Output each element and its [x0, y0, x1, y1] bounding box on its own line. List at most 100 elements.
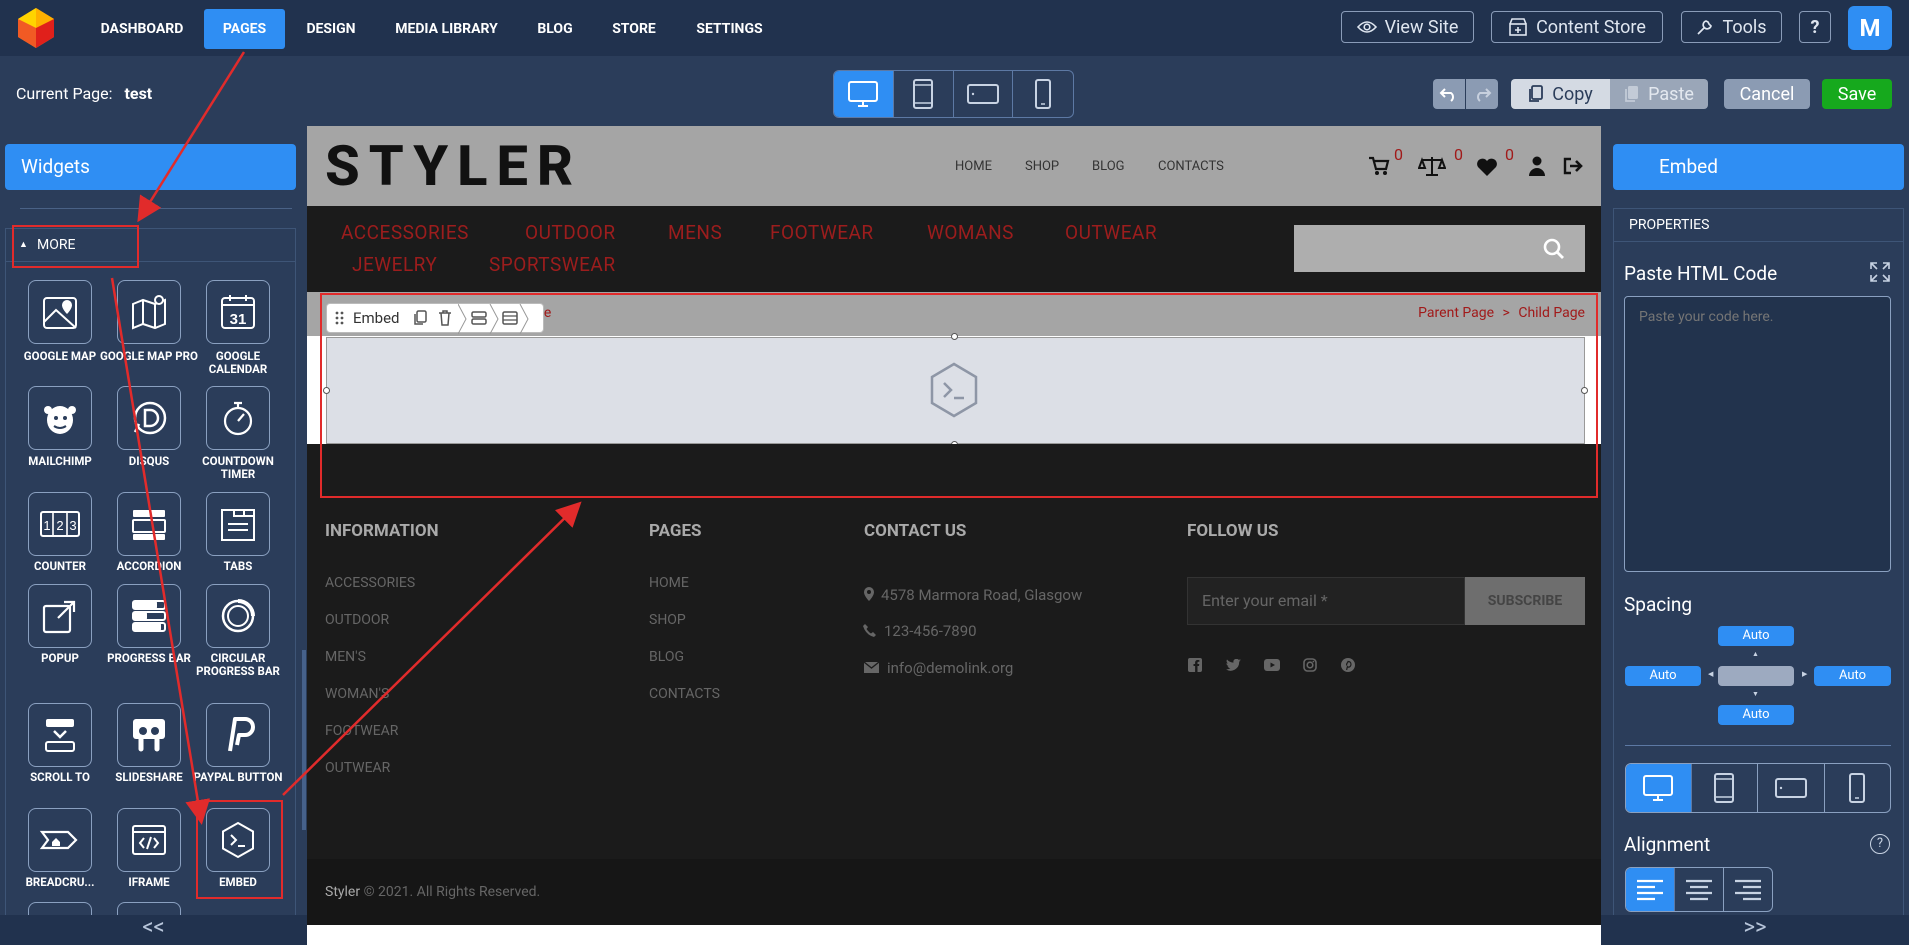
paste-html-label: Paste HTML Code [1624, 262, 1778, 285]
nav-media-library[interactable]: MEDIA LIBRARY [383, 9, 510, 49]
counter-icon[interactable]: 123 [28, 492, 92, 556]
slideshare-icon[interactable] [117, 703, 181, 767]
footer-link[interactable]: CONTACTS [649, 686, 720, 702]
margin-bottom-input[interactable]: Auto [1718, 705, 1794, 725]
footer-link[interactable]: WOMAN'S [325, 686, 389, 702]
cart-icon[interactable] [1368, 156, 1390, 176]
tabs-icon[interactable] [206, 492, 270, 556]
align-right-button[interactable] [1724, 868, 1772, 911]
site-menu-blog[interactable]: BLOG [1092, 159, 1125, 174]
category-link[interactable]: OUTDOOR [525, 221, 616, 244]
footer-link[interactable]: BLOG [649, 649, 684, 665]
responsive-mobile-button[interactable] [1825, 764, 1891, 812]
footer-email[interactable]: info@demolink.org [887, 659, 1013, 677]
nav-store[interactable]: STORE [599, 9, 669, 49]
google-calendar-icon[interactable]: 31 [206, 280, 270, 344]
footer-address: 4578 Marmora Road, Glasgow [881, 586, 1083, 604]
collapse-right-button[interactable]: >> [1601, 915, 1909, 945]
twitter-icon[interactable] [1226, 659, 1241, 671]
popup-icon[interactable] [28, 584, 92, 648]
copy-button[interactable]: Copy [1511, 79, 1610, 109]
site-menu-shop[interactable]: SHOP [1025, 159, 1059, 174]
expand-icon[interactable] [1870, 262, 1890, 282]
disqus-icon[interactable] [117, 386, 181, 450]
properties-header[interactable]: PROPERTIES [1613, 208, 1904, 242]
footer-link[interactable]: SHOP [649, 612, 686, 628]
footer-link[interactable]: OUTDOOR [325, 612, 389, 628]
category-link[interactable]: JEWELRY [352, 253, 437, 276]
widgets-header[interactable]: Widgets [5, 144, 296, 190]
newsletter-email-input[interactable]: Enter your email * [1187, 577, 1465, 625]
circular-progress-icon[interactable] [206, 584, 270, 648]
widgets-scrollbar[interactable] [302, 650, 306, 830]
collapse-left-button[interactable]: << [0, 915, 307, 945]
align-left-button[interactable] [1626, 868, 1675, 911]
cancel-button[interactable]: Cancel [1724, 79, 1810, 109]
desktop-view-button[interactable] [834, 71, 894, 117]
category-link[interactable]: OUTWEAR [1065, 221, 1157, 244]
google-map-icon[interactable] [28, 280, 92, 344]
paste-button[interactable]: Paste [1610, 79, 1708, 109]
progress-bar-icon[interactable] [117, 584, 181, 648]
site-menu-contacts[interactable]: CONTACTS [1158, 159, 1224, 174]
footer-link[interactable]: ACCESSORIES [325, 575, 415, 591]
footer-link[interactable]: OUTWEAR [325, 760, 390, 776]
app-logo[interactable] [12, 4, 60, 52]
compare-icon[interactable] [1418, 155, 1446, 177]
countdown-timer-icon[interactable] [206, 386, 270, 450]
category-link[interactable]: FOOTWEAR [770, 221, 874, 244]
logout-icon[interactable] [1563, 157, 1583, 175]
desktop-icon [847, 80, 879, 108]
user-icon[interactable] [1528, 156, 1546, 176]
tablet-landscape-view-button[interactable] [954, 71, 1014, 117]
facebook-icon[interactable] [1188, 658, 1202, 672]
avatar[interactable]: M [1848, 6, 1892, 50]
content-store-button[interactable]: Content Store [1491, 11, 1663, 43]
category-link[interactable]: ACCESSORIES [341, 221, 469, 244]
alignment-help-icon[interactable]: ? [1870, 834, 1890, 854]
heart-icon[interactable] [1476, 157, 1498, 177]
redo-icon [1472, 86, 1492, 102]
mobile-view-button[interactable] [1013, 71, 1073, 117]
align-center-button[interactable] [1675, 868, 1724, 911]
mailchimp-icon[interactable] [28, 386, 92, 450]
subscribe-button[interactable]: SUBSCRIBE [1465, 577, 1585, 625]
view-site-button[interactable]: View Site [1341, 11, 1474, 43]
youtube-icon[interactable] [1264, 659, 1280, 671]
iframe-icon[interactable] [117, 808, 181, 872]
category-link[interactable]: WOMANS [927, 221, 1014, 244]
html-code-textarea[interactable] [1624, 296, 1891, 572]
redo-button[interactable] [1466, 79, 1498, 109]
breadcrumb-icon[interactable] [28, 808, 92, 872]
category-link[interactable]: MENS [668, 221, 722, 244]
responsive-tablet-button[interactable] [1692, 764, 1758, 812]
nav-blog[interactable]: BLOG [525, 9, 585, 49]
responsive-tablet-landscape-button[interactable] [1758, 764, 1825, 812]
tools-button[interactable]: Tools [1681, 11, 1782, 43]
pinterest-icon[interactable] [1341, 658, 1355, 672]
footer-link[interactable]: MEN'S [325, 649, 366, 665]
tablet-view-button[interactable] [894, 71, 954, 117]
margin-right-input[interactable]: Auto [1814, 666, 1891, 686]
google-map-pro-icon[interactable] [117, 280, 181, 344]
instagram-icon[interactable] [1303, 658, 1317, 672]
site-menu-home[interactable]: HOME [955, 159, 992, 174]
nav-design[interactable]: DESIGN [292, 9, 370, 49]
nav-settings[interactable]: SETTINGS [683, 9, 776, 49]
nav-pages[interactable]: PAGES [204, 9, 285, 49]
scroll-to-icon[interactable] [28, 703, 92, 767]
footer-link[interactable]: FOOTWEAR [325, 723, 398, 739]
accordion-icon[interactable] [117, 492, 181, 556]
undo-button[interactable] [1433, 79, 1465, 109]
search-icon[interactable] [1543, 238, 1565, 260]
category-link[interactable]: SPORTSWEAR [489, 253, 616, 276]
save-button[interactable]: Save [1822, 79, 1892, 109]
margin-top-input[interactable]: Auto [1718, 626, 1794, 646]
paypal-icon[interactable] [206, 703, 270, 767]
responsive-desktop-button[interactable] [1626, 764, 1692, 812]
footer-link[interactable]: HOME [649, 575, 689, 591]
help-button[interactable]: ? [1799, 11, 1831, 43]
margin-left-input[interactable]: Auto [1625, 666, 1701, 686]
nav-dashboard[interactable]: DASHBOARD [86, 9, 198, 49]
site-search-input[interactable] [1294, 225, 1585, 272]
